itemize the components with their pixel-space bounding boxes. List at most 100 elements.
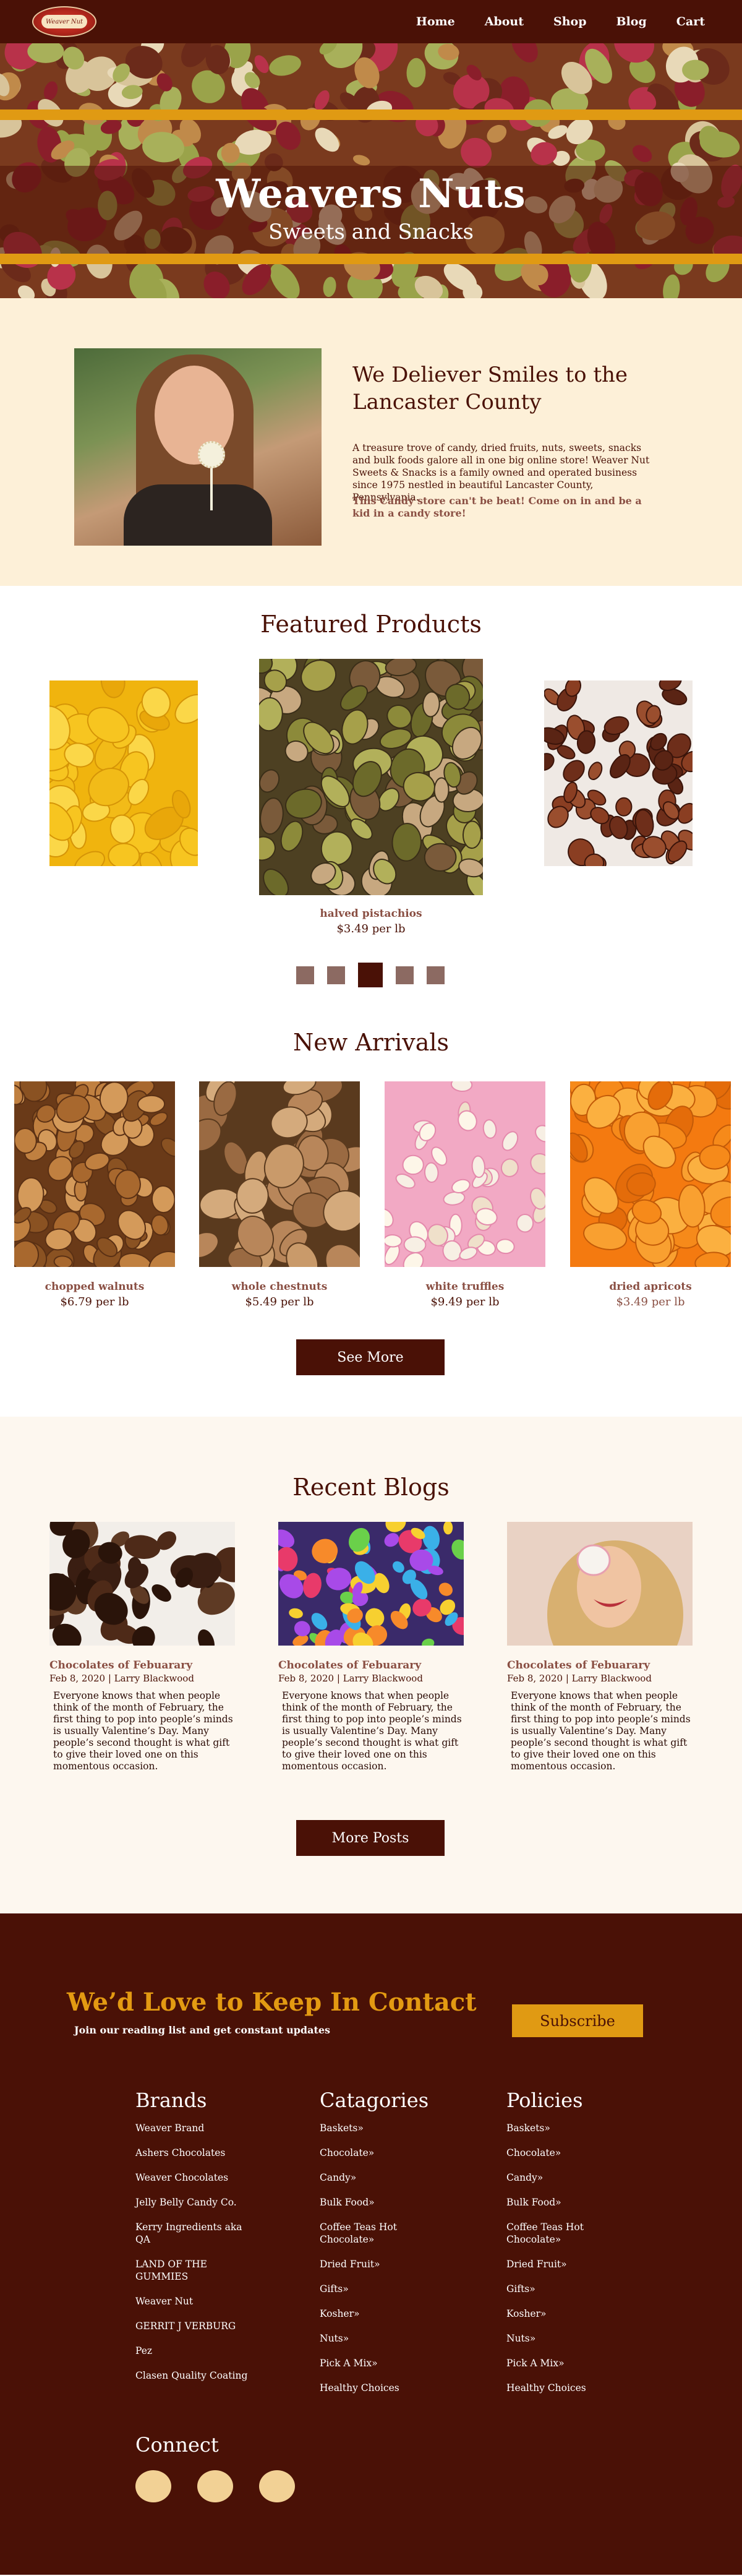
brands-link[interactable]: Weaver Brand — [135, 2122, 259, 2134]
policies-link[interactable]: Coffee Teas Hot Chocolate» — [506, 2221, 630, 2246]
intro-section: We Deliever Smiles to the Lancaster Coun… — [0, 298, 742, 586]
arrival-card[interactable]: dried apricots $3.49 per lb — [570, 1081, 731, 1308]
carousel-dot-4[interactable] — [396, 966, 414, 984]
see-more-button[interactable]: See More — [296, 1339, 445, 1375]
categories-link[interactable]: Chocolate» — [320, 2147, 443, 2159]
brands-link[interactable]: Jelly Belly Candy Co. — [135, 2196, 259, 2209]
chopped-walnuts-image — [14, 1081, 175, 1267]
contact-subtitle: Join our reading list and get constant u… — [74, 2024, 331, 2036]
carousel-dot-3[interactable] — [358, 963, 383, 987]
blog-title[interactable]: Chocolates of Febuarary — [507, 1659, 699, 1672]
policies-link[interactable]: Bulk Food» — [506, 2196, 630, 2209]
arrival-name[interactable]: white truffles — [385, 1281, 545, 1293]
nav-link-shop[interactable]: Shop — [553, 15, 587, 28]
brands-column: Brands Weaver Brand Ashers Chocolates Weav… — [135, 2089, 259, 2394]
categories-link[interactable]: Pick A Mix» — [320, 2357, 443, 2369]
hero-title: Weavers Nuts — [216, 171, 526, 217]
more-posts-button[interactable]: More Posts — [296, 1820, 445, 1856]
categories-link[interactable]: Gifts» — [320, 2283, 443, 2295]
policies-link[interactable]: Gifts» — [506, 2283, 630, 2295]
hero-band-top — [0, 109, 742, 120]
categories-link[interactable]: Dried Fruit» — [320, 2258, 443, 2270]
blog-excerpt: Everyone knows that when people think of… — [511, 1690, 691, 1772]
brands-link[interactable]: Ashers Chocolates — [135, 2147, 259, 2159]
brands-link[interactable]: LAND OF THE GUMMIES — [135, 2258, 259, 2283]
carousel-dots — [296, 963, 458, 987]
brands-link[interactable]: Weaver Nut — [135, 2295, 259, 2308]
laughing-woman-blog-image — [507, 1522, 693, 1646]
social-icon-1[interactable] — [135, 2470, 171, 2502]
social-icon-3[interactable] — [259, 2470, 295, 2502]
featured-product-name[interactable]: halved pistachios — [0, 908, 742, 920]
nav-link-blog[interactable]: Blog — [616, 15, 647, 28]
arrival-price: $6.79 per lb — [60, 1295, 129, 1308]
arrival-name[interactable]: chopped walnuts — [14, 1281, 175, 1293]
categories-link[interactable]: Healthy Choices — [320, 2382, 443, 2394]
blog-card[interactable]: Chocolates of Febuarary Feb 8, 2020 | La… — [278, 1522, 470, 1772]
featured-product-price: $3.49 per lb — [336, 922, 406, 935]
brands-link[interactable]: Pez — [135, 2345, 259, 2357]
carousel-dot-1[interactable] — [296, 966, 314, 984]
categories-link[interactable]: Coffee Teas Hot Chocolate» — [320, 2221, 443, 2246]
nav-link-cart[interactable]: Cart — [676, 15, 705, 28]
blogs-title: Recent Blogs — [292, 1474, 450, 1501]
blog-title[interactable]: Chocolates of Febuarary — [49, 1659, 241, 1672]
top-nav: Weaver Nut Home About Shop Blog Cart — [0, 0, 742, 43]
brands-link[interactable]: Weaver Chocolates — [135, 2171, 259, 2184]
categories-link[interactable]: Candy» — [320, 2171, 443, 2184]
social-icon-2[interactable] — [197, 2470, 233, 2502]
intro-paragraph: A treasure trove of candy, dried fruits,… — [352, 442, 650, 503]
featured-products-section: Featured Products halved pistachios $3.4… — [0, 586, 742, 1018]
site-footer: We’d Love to Keep In Contact Join our re… — [0, 1913, 742, 2575]
blog-card[interactable]: Chocolates of Febuarary Feb 8, 2020 | La… — [49, 1522, 241, 1772]
categories-link[interactable]: Baskets» — [320, 2122, 443, 2134]
policies-title: Policies — [506, 2089, 583, 2112]
policies-list: Baskets» Chocolate» Candy» Bulk Food» Coffee… — [506, 2122, 630, 2394]
nav-link-about[interactable]: About — [485, 15, 524, 28]
carousel-dot-2[interactable] — [327, 966, 345, 984]
policies-link[interactable]: Baskets» — [506, 2122, 630, 2134]
carousel-dot-5[interactable] — [427, 966, 445, 984]
brand-logo[interactable]: Weaver Nut — [32, 6, 96, 37]
featured-title: Featured Products — [260, 611, 482, 638]
subscribe-button[interactable]: Subscribe — [512, 2004, 643, 2037]
featured-product-image-left[interactable] — [49, 680, 198, 866]
categories-link[interactable]: Nuts» — [320, 2332, 443, 2345]
policies-link[interactable]: Kosher» — [506, 2308, 630, 2320]
hero-subtitle: Sweets and Snacks — [268, 220, 474, 244]
policies-link[interactable]: Candy» — [506, 2171, 630, 2184]
arrival-name[interactable]: whole chestnuts — [199, 1281, 360, 1293]
arrival-price: $9.49 per lb — [430, 1295, 500, 1308]
nav-link-home[interactable]: Home — [416, 15, 455, 28]
featured-product-image-right[interactable] — [544, 680, 693, 866]
arrival-card[interactable]: white truffles $9.49 per lb — [385, 1081, 545, 1308]
arrival-card[interactable]: whole chestnuts $5.49 per lb — [199, 1081, 360, 1308]
categories-column: Catagories Baskets» Chocolate» Candy» Bulk … — [320, 2089, 443, 2406]
recent-blogs-section: Recent Blogs Chocolates of Febuarary Feb… — [0, 1417, 742, 1913]
brands-link[interactable]: GERRIT J VERBURG — [135, 2320, 259, 2332]
candy-shop-blog-image — [278, 1522, 464, 1646]
categories-link[interactable]: Kosher» — [320, 2308, 443, 2320]
arrival-card[interactable]: chopped walnuts $6.79 per lb — [14, 1081, 175, 1308]
brands-link[interactable]: Clasen Quality Coating — [135, 2369, 259, 2382]
new-arrivals-section: New Arrivals chopped walnuts $6.79 per l… — [0, 1018, 742, 1417]
brands-link[interactable]: Kerry Ingredients aka QA — [135, 2221, 259, 2246]
policies-link[interactable]: Healthy Choices — [506, 2382, 630, 2394]
policies-link[interactable]: Pick A Mix» — [506, 2357, 630, 2369]
brands-title: Brands — [135, 2089, 207, 2112]
policies-link[interactable]: Nuts» — [506, 2332, 630, 2345]
blog-title[interactable]: Chocolates of Febuarary — [278, 1659, 470, 1672]
blog-excerpt: Everyone knows that when people think of… — [53, 1690, 233, 1772]
connect-title: Connect — [135, 2433, 219, 2457]
policies-link[interactable]: Dried Fruit» — [506, 2258, 630, 2270]
blog-card[interactable]: Chocolates of Febuarary Feb 8, 2020 | La… — [507, 1522, 699, 1772]
chocolate-blog-image — [49, 1522, 235, 1646]
categories-link[interactable]: Bulk Food» — [320, 2196, 443, 2209]
hero-banner: Weavers Nuts Sweets and Snacks — [0, 43, 742, 298]
contact-title: We’d Love to Keep In Contact — [67, 1988, 477, 2017]
featured-product-image-center[interactable] — [259, 659, 483, 895]
hero-band-bottom — [0, 254, 742, 264]
logo-text: Weaver Nut — [41, 15, 87, 28]
policies-link[interactable]: Chocolate» — [506, 2147, 630, 2159]
arrival-name[interactable]: dried apricots — [570, 1281, 731, 1293]
